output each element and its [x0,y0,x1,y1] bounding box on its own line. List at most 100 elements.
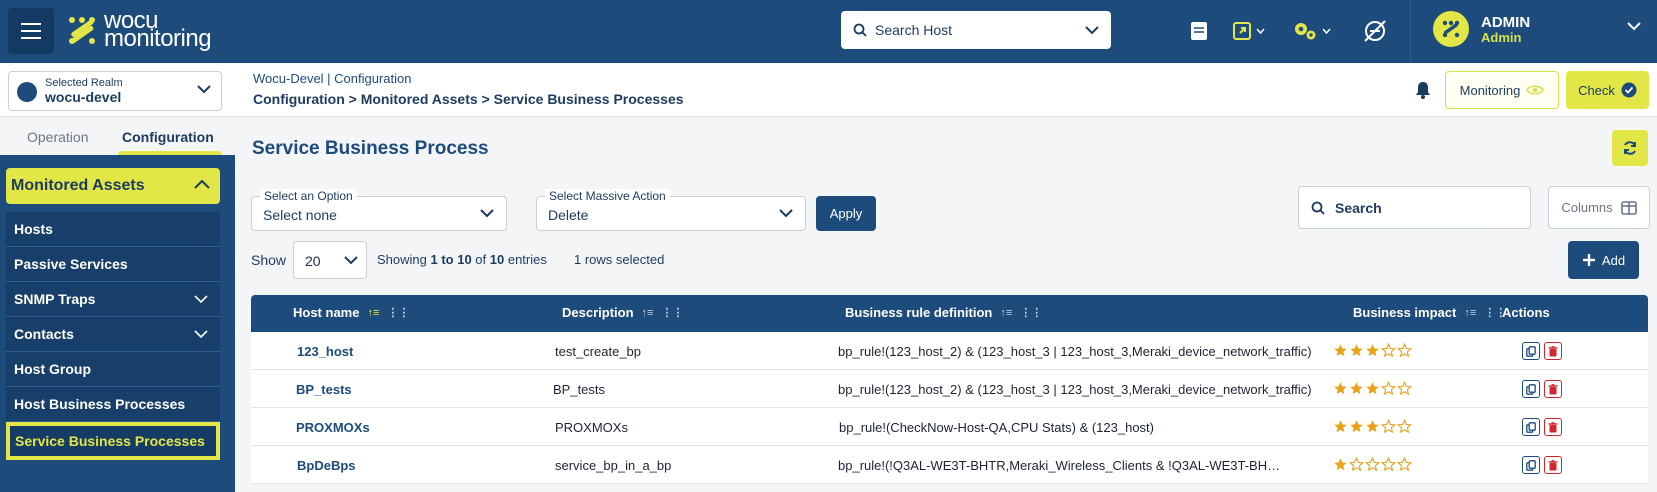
delete-button[interactable] [1544,342,1562,360]
trash-icon [1548,459,1558,470]
monitoring-button[interactable]: Monitoring [1445,71,1559,109]
cell-host-name[interactable]: PROXMOXs [296,420,370,435]
entries-mid2: of [471,252,490,267]
check-button[interactable]: Check [1566,71,1649,109]
user-role: Admin [1481,30,1522,45]
realm-icon [17,82,37,102]
tab-configuration[interactable]: Configuration [122,129,214,145]
cell-host-name[interactable]: 123_host [297,344,353,359]
column-header-label: Business rule definition [845,305,993,320]
settings-dropdown[interactable] [1292,18,1331,44]
chevron-down-icon [197,85,211,94]
trash-icon [1548,383,1558,394]
refresh-button[interactable] [1612,130,1648,166]
realm-select[interactable]: Selected Realm wocu-devel [8,71,222,111]
sidebar-item-host-business-processes[interactable]: Host Business Processes [6,387,220,422]
search-host-select[interactable]: Search Host [841,11,1111,49]
cell-description: test_create_bp [555,344,642,359]
entries-info: Showing 1 to 10 of 10 entries [377,252,547,267]
delete-button[interactable] [1544,456,1562,474]
user-menu[interactable]: ADMIN Admin [1410,0,1657,63]
row-actions [1522,456,1562,474]
copy-icon [1526,345,1536,357]
cell-description: service_bp_in_a_bp [555,458,672,473]
chevron-up-icon [194,179,210,189]
select-option[interactable]: Select an Option Select none [251,189,507,231]
add-button[interactable]: Add [1568,241,1639,279]
star-filled-icon [1334,344,1347,357]
sidebar-item-contacts[interactable]: Contacts [6,317,220,352]
drag-handle-icon[interactable]: ⋮⋮ [661,306,683,319]
tab-operation[interactable]: Operation [27,129,88,145]
external-link-icon [1233,22,1251,40]
sidebar-item-host-group[interactable]: Host Group [6,352,220,387]
chevron-down-icon [1322,28,1331,34]
entries-to: 10 [457,252,472,267]
sidebar-item-passive-services[interactable]: Passive Services [6,247,220,282]
cell-host-name[interactable]: BP_tests [296,382,352,397]
sidebar-item-hosts[interactable]: Hosts [6,212,220,247]
columns-label: Columns [1561,200,1613,215]
star-empty-icon [1397,343,1412,358]
sidebar-tabs: Operation Configuration [0,117,235,155]
monitoring-label: Monitoring [1459,82,1521,98]
user-logo-icon [1442,20,1460,38]
page-size-select[interactable]: 20 [293,241,367,279]
chevron-down-icon [194,295,208,304]
table-row[interactable]: BpDeBps service_bp_in_a_bp bp_rule!(!Q3AL-… [251,446,1648,484]
search-icon [1311,201,1325,215]
refresh-icon [1624,141,1636,155]
cell-business-rule: bp_rule!(123_host_2) & (123_host_3 | 123… [838,382,1312,397]
chevron-down-icon [1627,22,1641,31]
apply-button[interactable]: Apply [816,196,876,231]
chevron-down-icon [344,256,358,265]
user-name: ADMIN [1481,14,1531,31]
entries-from: 1 [430,252,438,267]
star-empty-icon [1365,457,1380,472]
drag-handle-icon[interactable]: ⋮⋮ [1020,306,1042,319]
sidebar-item-snmp-traps[interactable]: SNMP Traps [6,282,220,317]
maintenance-button[interactable] [1362,18,1388,44]
star-filled-icon [1350,420,1363,433]
chevron-down-icon [480,209,494,218]
sidebar-item-label: Contacts [14,326,74,342]
copy-button[interactable] [1522,342,1540,360]
table-row[interactable]: PROXMOXs PROXMOXs bp_rule!(CheckNow-Host-Q… [251,408,1648,446]
notebook-button[interactable] [1190,18,1208,44]
bell-icon[interactable] [1415,81,1431,99]
column-header-host-name[interactable]: Host name ↑≡ ⋮⋮ [293,305,409,320]
row-actions [1522,418,1562,436]
sidebar-item-label: Passive Services [14,256,128,272]
breadcrumb: Configuration > Monitored Assets > Servi… [253,91,684,107]
copy-button[interactable] [1522,418,1540,436]
sidebar-item-label: Service Business Processes [15,433,205,449]
star-filled-icon [1350,382,1363,395]
cell-host-name[interactable]: BpDeBps [297,458,356,473]
copy-button[interactable] [1522,380,1540,398]
hamburger-menu-button[interactable] [8,8,54,54]
chevron-down-icon [1085,25,1099,34]
delete-button[interactable] [1544,380,1562,398]
table-row[interactable]: 123_host test_create_bp bp_rule!(123_host_… [251,332,1648,370]
sidebar-item-service-business-processes[interactable]: Service Business Processes [6,422,220,460]
star-empty-icon [1381,419,1396,434]
row-actions [1522,380,1562,398]
top-bar: wocu monitoring Search Host ADMIN Admin [0,0,1657,63]
cell-business-rule: bp_rule!(CheckNow-Host-QA,CPU Stats) & (… [839,420,1155,435]
search-input[interactable]: Search [1298,186,1531,229]
page-size-value: 20 [305,253,321,269]
sidebar-group-monitored-assets[interactable]: Monitored Assets [6,168,220,204]
column-header-description[interactable]: Description ↑≡ ⋮⋮ [562,305,683,320]
columns-icon [1620,200,1637,215]
select-massive-action[interactable]: Select Massive Action Delete [536,189,806,231]
table-row[interactable]: BP_tests BP_tests bp_rule!(123_host_2) & (… [251,370,1648,408]
external-link-dropdown[interactable] [1232,18,1265,44]
column-header-business-impact[interactable]: Business impact ↑≡ ⋮⋮ [1353,305,1506,320]
column-header-business-rule[interactable]: Business rule definition ↑≡ ⋮⋮ [845,305,1042,320]
drag-handle-icon[interactable]: ⋮⋮ [387,306,409,319]
copy-button[interactable] [1522,456,1540,474]
logo[interactable]: wocu monitoring [66,9,212,51]
delete-button[interactable] [1544,418,1562,436]
columns-button[interactable]: Columns [1548,186,1650,229]
business-impact-rating [1333,381,1412,396]
